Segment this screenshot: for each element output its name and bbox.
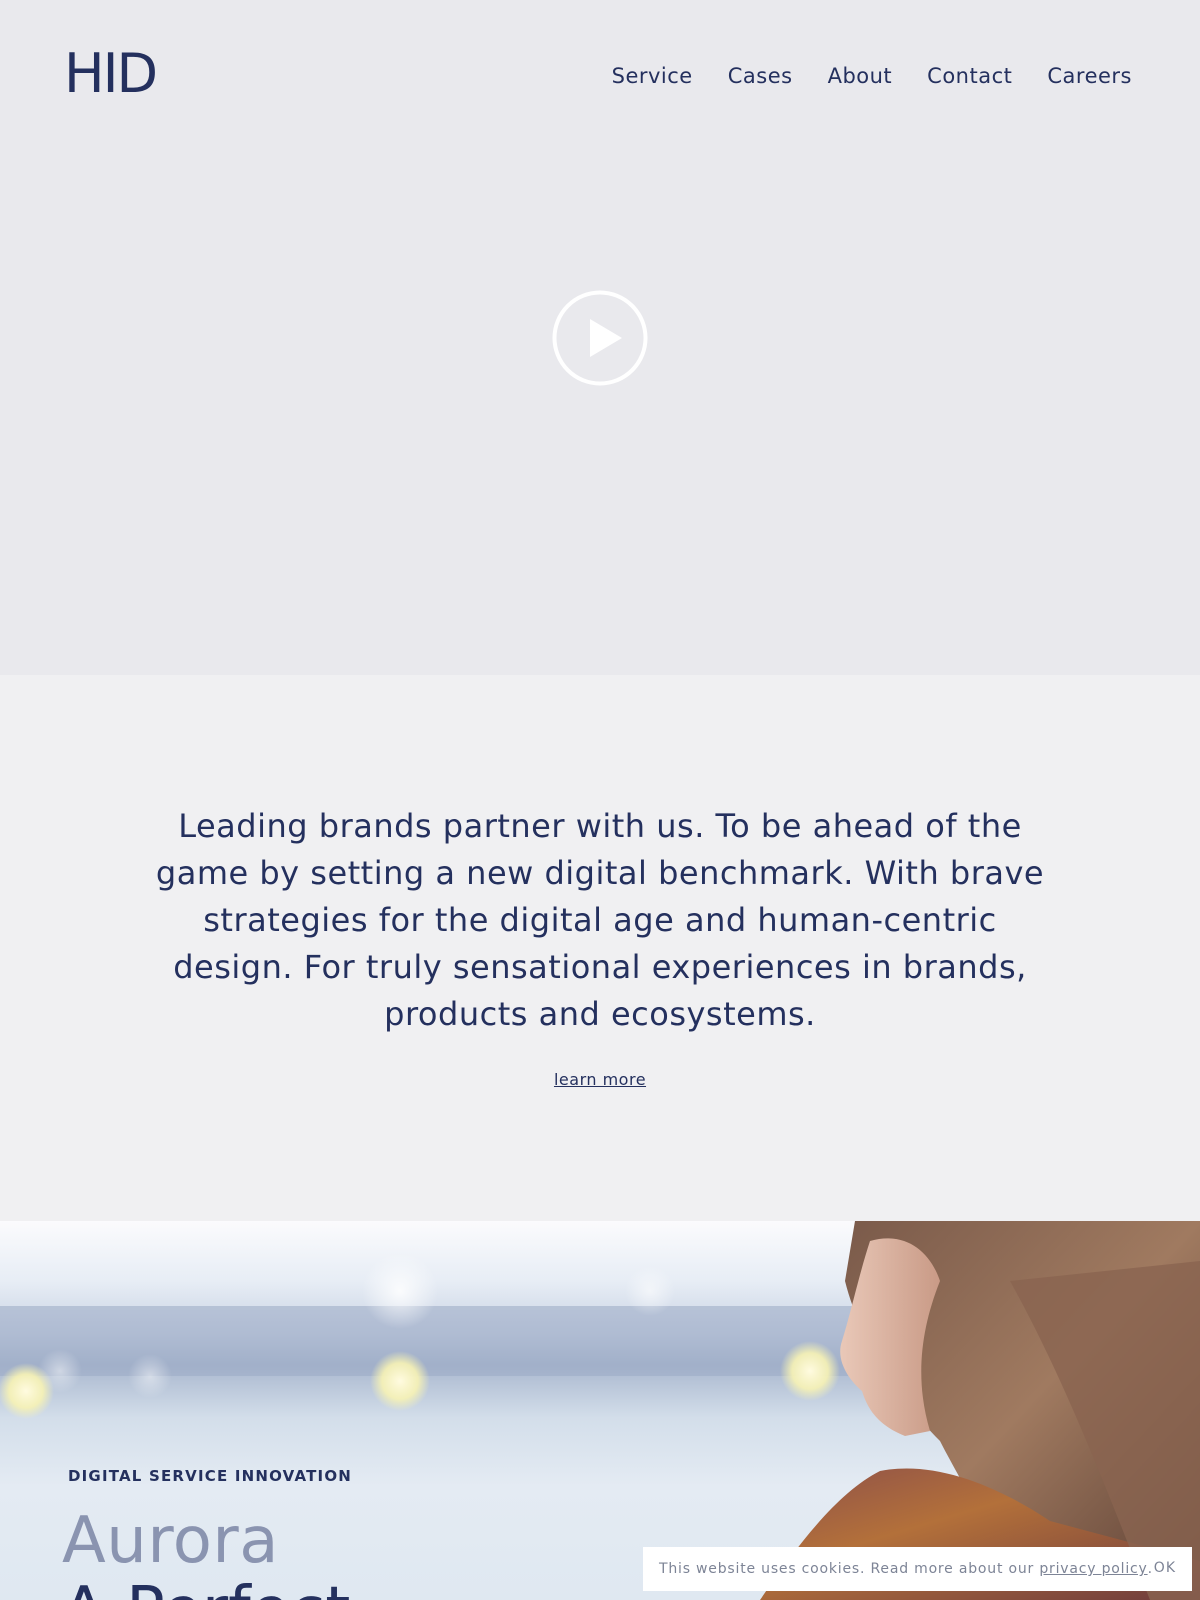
intro-text: Leading brands partner with us. To be ah… [155,807,1045,1033]
learn-more-wrapper: learn more [0,1070,1200,1090]
nav-contact[interactable]: Contact [927,62,1012,90]
cookie-ok-button[interactable]: OK [1154,1560,1176,1576]
play-video-button[interactable] [552,290,648,386]
logo[interactable]: HID [64,44,158,104]
nav-careers[interactable]: Careers [1047,62,1132,90]
play-circle-icon [552,290,648,386]
nav-service[interactable]: Service [612,62,693,90]
main-nav: Service Cases About Contact Careers [612,62,1132,90]
intro-section: Leading brands partner with us. To be ah… [0,675,1200,1221]
cookie-text: This website uses cookies. Read more abo… [659,1561,1035,1577]
privacy-policy-link[interactable]: privacy policy [1039,1561,1147,1577]
hero-video-section: HID Service Cases About Contact Careers [0,0,1200,675]
case-subtitle[interactable]: A Perfect [62,1575,350,1600]
case-teaser-section[interactable]: DIGITAL SERVICE INNOVATION Aurora A Perf… [0,1221,1200,1600]
case-title[interactable]: Aurora [62,1505,279,1577]
nav-about[interactable]: About [828,62,893,90]
cookie-banner: This website uses cookies. Read more abo… [643,1547,1192,1591]
case-kicker: DIGITAL SERVICE INNOVATION [68,1467,353,1485]
nav-cases[interactable]: Cases [728,62,793,90]
cookie-suffix: . [1147,1561,1153,1577]
learn-more-link[interactable]: learn more [554,1070,646,1089]
